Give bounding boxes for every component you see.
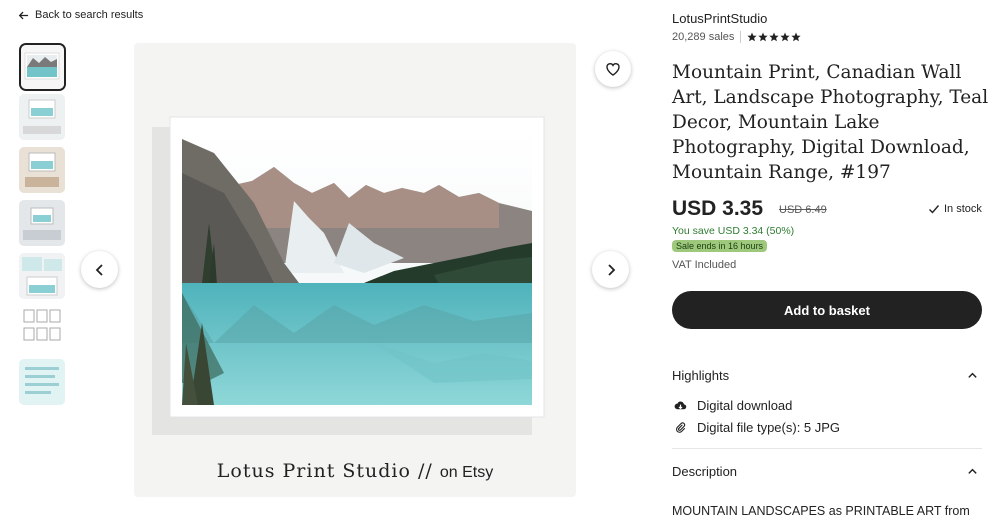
thumbnail-2[interactable] (19, 94, 65, 140)
chevron-left-icon (95, 263, 103, 276)
watermark-brand: Lotus Print Studio (216, 460, 411, 482)
thumbnail-5[interactable] (19, 253, 65, 299)
thumbnail-image (19, 253, 65, 299)
divider (740, 31, 742, 43)
section-divider (672, 448, 982, 449)
back-to-search-link[interactable]: Back to search results (18, 9, 143, 21)
thumbnail-image (19, 147, 65, 193)
original-price: USD 6.49 (779, 204, 827, 216)
highlights-section-toggle[interactable]: Highlights (672, 368, 982, 383)
arrow-left-icon (18, 11, 29, 19)
thumbnail-4[interactable] (19, 200, 65, 246)
thumbnail-7[interactable] (19, 359, 65, 405)
shop-sales-info: 20,289 sales (672, 31, 801, 43)
thumbnail-6[interactable] (19, 306, 65, 352)
image-watermark-caption: Lotus Print Studio // on Etsy (134, 457, 576, 497)
description-heading: Description (672, 464, 738, 479)
highlights-heading: Highlights (672, 368, 730, 383)
paperclip-icon (676, 422, 686, 433)
product-main-image: Lotus Print Studio // on Etsy (134, 43, 576, 497)
chevron-right-icon (607, 263, 615, 276)
star-icon (769, 32, 779, 42)
stock-label: In stock (944, 203, 982, 215)
thumbnail-image (19, 94, 65, 140)
product-title: Mountain Print, Canadian Wall Art, Lands… (672, 62, 989, 183)
sales-count: 20,289 sales (672, 31, 735, 43)
checkmark-icon (929, 205, 940, 214)
thumbnail-3[interactable] (19, 147, 65, 193)
thumbnail-image (19, 306, 65, 352)
next-image-button[interactable] (592, 251, 629, 288)
current-price: USD 3.35 (672, 197, 764, 220)
description-text: MOUNTAIN LANDSCAPES as PRINTABLE ART fro… (672, 504, 970, 518)
thumbnail-image (19, 359, 65, 405)
vat-note: VAT Included (672, 259, 737, 271)
highlight-text: Digital file type(s): 5 JPG (697, 420, 841, 435)
previous-image-button[interactable] (81, 251, 118, 288)
cloud-download-icon (674, 401, 687, 410)
thumbnail-1[interactable] (21, 45, 64, 89)
chevron-up-icon (968, 372, 977, 378)
sale-badge: Sale ends in 16 hours (672, 240, 768, 252)
thumbnail-image (19, 200, 65, 246)
stock-status: In stock (928, 203, 982, 215)
watermark-separator: // (417, 460, 433, 482)
star-icon (791, 32, 801, 42)
back-link-label: Back to search results (35, 9, 144, 21)
framed-mountain-print (152, 116, 545, 435)
star-icon (780, 32, 790, 42)
thumbnail-image (21, 45, 64, 89)
star-icon (747, 32, 757, 42)
favorite-button[interactable] (595, 51, 631, 87)
chevron-up-icon (968, 468, 977, 474)
shop-name-link[interactable]: LotusPrintStudio (672, 11, 767, 26)
highlight-item: Digital download (674, 398, 792, 413)
star-rating[interactable] (747, 32, 801, 42)
star-icon (758, 32, 768, 42)
heart-icon (606, 63, 620, 76)
highlight-item: Digital file type(s): 5 JPG (674, 420, 840, 435)
highlight-text: Digital download (697, 398, 793, 413)
description-section-toggle[interactable]: Description (672, 464, 982, 479)
add-to-basket-button[interactable]: Add to basket (672, 291, 982, 329)
savings-text: You save USD 3.34 (50%) (672, 225, 795, 237)
watermark-tail: on Etsy (439, 464, 494, 481)
